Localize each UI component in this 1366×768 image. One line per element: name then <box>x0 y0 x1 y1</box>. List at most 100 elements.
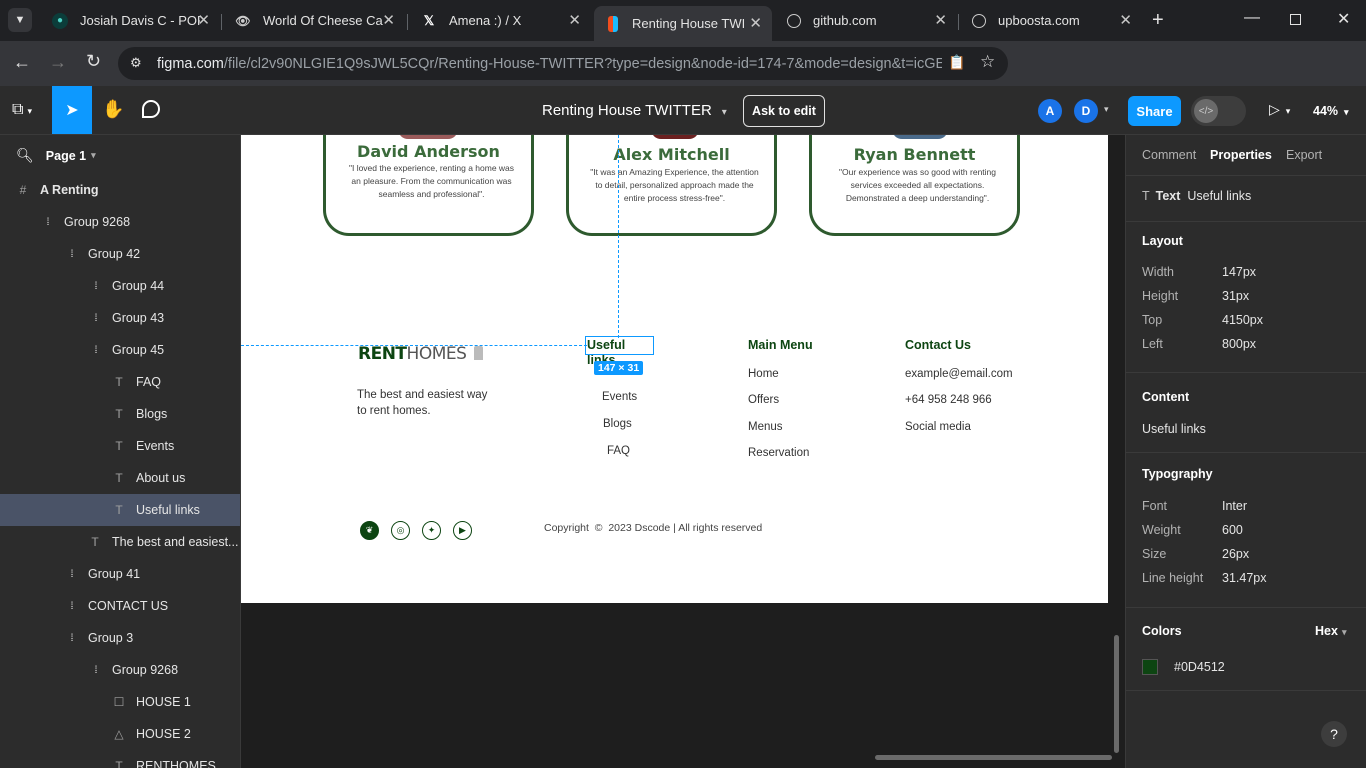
zoom-level[interactable]: 44% ▾ <box>1313 104 1349 118</box>
height-value[interactable]: 31px <box>1222 289 1249 303</box>
url-bar[interactable]: ⚙ figma.com/file/cl2v90NLGIE1Q9sJWL5CQr/… <box>118 47 1008 80</box>
search-icon[interactable]: 🔍︎ <box>16 147 34 164</box>
layer-row[interactable]: △ HOUSE 2 <box>0 718 240 750</box>
line-height-value[interactable]: 31.47px <box>1222 571 1266 585</box>
close-icon[interactable]: ✕ <box>749 14 762 32</box>
layer-row[interactable]: T RENTHOMES <box>0 750 240 768</box>
tab-github[interactable]: github.com ✕ <box>775 6 957 35</box>
comment-tool-icon[interactable] <box>142 100 160 118</box>
weight-value[interactable]: 600 <box>1222 523 1243 537</box>
help-button[interactable]: ? <box>1321 721 1347 747</box>
youtube-icon[interactable]: ▶ <box>453 521 472 540</box>
close-icon[interactable]: ✕ <box>934 11 947 29</box>
color-hex-value[interactable]: #0D4512 <box>1174 660 1225 674</box>
width-value[interactable]: 147px <box>1222 265 1256 279</box>
reload-icon[interactable]: ↻ <box>86 51 101 72</box>
back-icon[interactable]: ← <box>13 52 31 73</box>
forward-icon[interactable]: → <box>49 52 67 73</box>
testimonial-card[interactable]: Ryan Bennett "Our experience was so good… <box>809 135 1020 236</box>
star-icon[interactable]: ☆ <box>980 52 995 72</box>
dev-mode-toggle[interactable]: </> <box>1191 96 1246 126</box>
avatar <box>398 135 458 139</box>
page-selector[interactable]: 🔍︎ Page 1 ▾ <box>16 147 96 164</box>
globe-icon <box>972 13 986 28</box>
main-menu-heading: Main Menu <box>748 338 813 352</box>
main-menu-button[interactable]: ⧉ ▾ <box>12 101 32 119</box>
clipboard-icon[interactable]: 📋 <box>948 54 965 71</box>
instagram-icon[interactable]: ◎ <box>391 521 410 540</box>
font-value[interactable]: Inter <box>1222 499 1247 513</box>
tab-portfolio[interactable]: ● Josiah Davis C - PORTF ✕ <box>40 6 220 35</box>
file-title[interactable]: Renting House TWITTER ▾ <box>542 102 727 119</box>
footer-link[interactable]: Events <box>602 391 637 403</box>
share-button[interactable]: Share <box>1128 96 1181 126</box>
layer-row[interactable]: ⁞⁞ Group 44 <box>0 270 240 302</box>
layer-row[interactable]: ⁞⁞ Group 45 <box>0 334 240 366</box>
tab-figma[interactable]: Renting House TWITTE ✕ <box>594 6 772 41</box>
layer-row[interactable]: ☐ HOUSE 1 <box>0 686 240 718</box>
close-icon[interactable]: ✕ <box>382 11 395 29</box>
contact-phone[interactable]: +64 958 248 966 <box>905 394 992 406</box>
footer-link[interactable]: Home <box>748 368 779 380</box>
layer-row[interactable]: T Blogs <box>0 398 240 430</box>
layer-row[interactable]: ⁞⁞ Group 9268 <box>0 654 240 686</box>
layer-row[interactable]: T About us <box>0 462 240 494</box>
testimonial-card[interactable]: Alex Mitchell "It was an Amazing Experie… <box>566 135 777 236</box>
layer-row[interactable]: ⁞⁞ CONTACT US <box>0 590 240 622</box>
tab-upboosta[interactable]: upboosta.com ✕ <box>960 6 1142 35</box>
color-format-select[interactable]: Hex ▾ <box>1315 624 1346 638</box>
layer-row[interactable]: T FAQ <box>0 366 240 398</box>
layer-row[interactable]: T Events <box>0 430 240 462</box>
horizontal-scrollbar[interactable] <box>875 755 1112 760</box>
footer-link[interactable]: FAQ <box>607 445 630 457</box>
layer-row[interactable]: ⁞⁞ Group 9268 <box>0 206 240 238</box>
color-swatch[interactable] <box>1142 659 1158 675</box>
contact-email[interactable]: example@email.com <box>905 368 1013 380</box>
avatar[interactable]: A <box>1038 99 1062 123</box>
twitter-icon[interactable]: ✦ <box>422 521 441 540</box>
layer-row[interactable]: T The best and easiest... <box>0 526 240 558</box>
ask-to-edit-button[interactable]: Ask to edit <box>743 95 825 127</box>
minimize-button[interactable]: — <box>1244 9 1260 27</box>
left-value[interactable]: 800px <box>1222 337 1256 351</box>
content-section-title: Content <box>1142 390 1190 404</box>
present-button[interactable]: ▷ ▾ <box>1269 101 1290 118</box>
layer-row[interactable]: T Useful links <box>0 494 240 526</box>
footer-link[interactable]: Offers <box>748 394 779 406</box>
content-value[interactable]: Useful links <box>1142 422 1206 436</box>
canvas[interactable]: David Anderson "I loved the experience, … <box>241 135 1125 768</box>
layer-row[interactable]: ⁞⁞ Group 41 <box>0 558 240 590</box>
close-icon[interactable]: ✕ <box>197 11 210 29</box>
useful-links-heading[interactable]: Useful links <box>585 336 654 367</box>
layer-row[interactable]: ⁞⁞ Group 42 <box>0 238 240 270</box>
layer-row[interactable]: ⁞⁞ Group 3 <box>0 622 240 654</box>
footer-link[interactable]: Menus <box>748 421 783 433</box>
testimonial-card[interactable]: David Anderson "I loved the experience, … <box>323 135 534 236</box>
avatar[interactable]: D <box>1074 99 1098 123</box>
tab-search-button[interactable]: ▼ <box>8 8 32 32</box>
restore-button[interactable] <box>1290 14 1301 25</box>
site-settings-icon[interactable]: ⚙ <box>130 55 142 71</box>
close-icon[interactable]: ✕ <box>1119 11 1132 29</box>
move-tool-button[interactable]: ➤ <box>52 86 92 134</box>
layer-row[interactable]: ⁞⁞ Group 43 <box>0 302 240 334</box>
new-tab-button[interactable]: + <box>1152 9 1164 32</box>
leaf-icon[interactable]: ❦ <box>360 521 379 540</box>
chevron-down-icon[interactable]: ▾ <box>1104 104 1109 115</box>
hand-tool-icon[interactable]: ✋ <box>102 99 124 120</box>
close-icon[interactable]: ✕ <box>568 11 581 29</box>
footer-link[interactable]: Reservation <box>748 447 809 459</box>
tab-properties[interactable]: Properties <box>1210 148 1272 162</box>
layer-row[interactable]: # A Renting <box>0 174 240 206</box>
tab-comment[interactable]: Comment <box>1142 148 1196 162</box>
close-window-button[interactable]: ✕ <box>1337 9 1350 29</box>
tab-x[interactable]: 𝕏 Amena :) / X ✕ <box>409 6 591 35</box>
footer-link[interactable]: Blogs <box>603 418 632 430</box>
tab-export[interactable]: Export <box>1286 148 1322 162</box>
tab-cheese-cake[interactable]: 👁 World Of Cheese Cake ✕ <box>223 6 405 35</box>
size-value[interactable]: 26px <box>1222 547 1249 561</box>
design-frame[interactable]: David Anderson "I loved the experience, … <box>241 135 1108 603</box>
vertical-scrollbar[interactable] <box>1114 635 1119 753</box>
contact-social[interactable]: Social media <box>905 421 971 433</box>
top-value[interactable]: 4150px <box>1222 313 1263 327</box>
